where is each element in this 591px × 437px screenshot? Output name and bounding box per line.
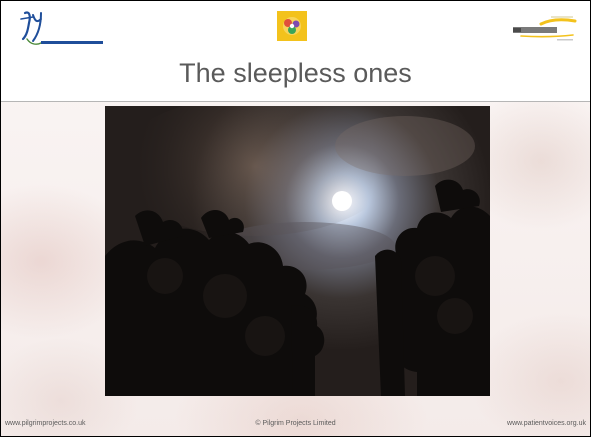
slide: The sleepless ones www.pilgrimprojects.c… <box>0 0 591 437</box>
patient-voices-logo <box>513 16 577 41</box>
pilgrim-projects-logo <box>20 11 103 45</box>
flower-emblem-logo <box>277 11 307 41</box>
slide-title: The sleepless ones <box>179 58 412 88</box>
moon-photo <box>105 106 490 396</box>
footer-link-patient-voices: www.patientvoices.org.uk <box>507 420 586 427</box>
slide-footer: www.pilgrimprojects.co.uk © Pilgrim Proj… <box>1 418 590 432</box>
slide-header: The sleepless ones <box>1 1 590 102</box>
footer-copyright: © Pilgrim Projects Limited <box>255 420 336 427</box>
